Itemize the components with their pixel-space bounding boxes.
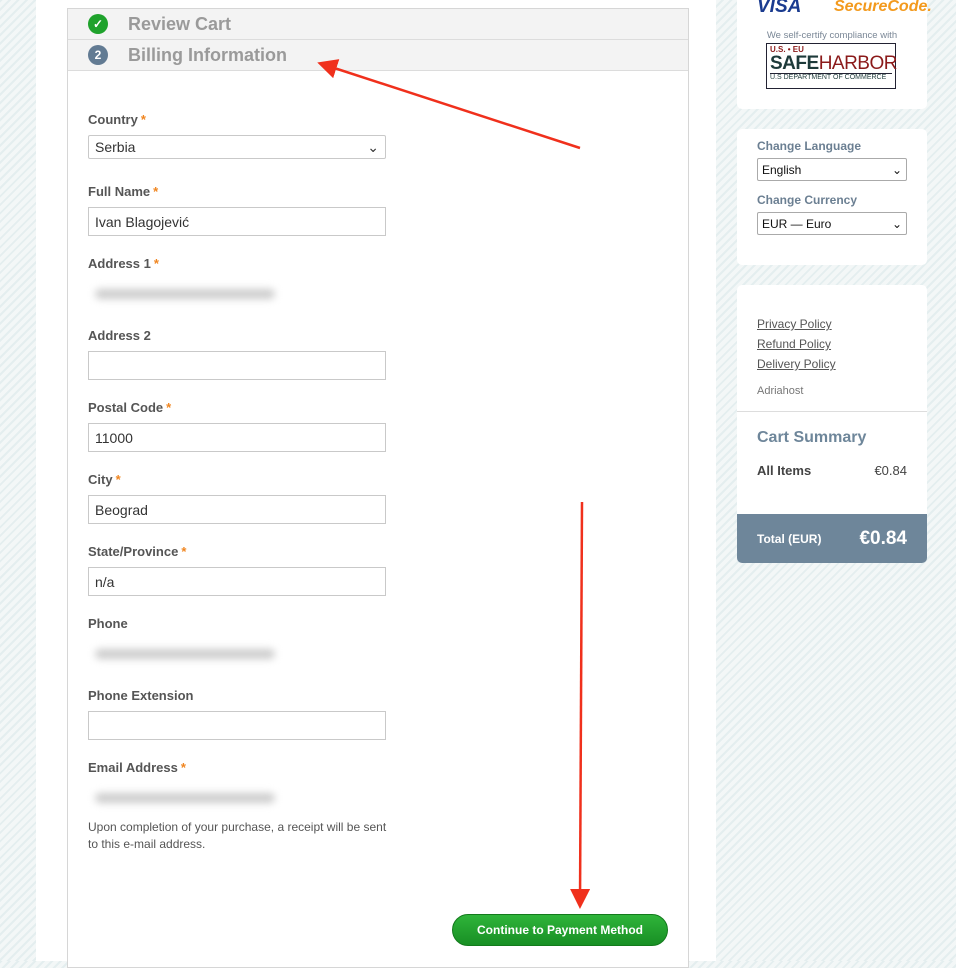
field-label: Full Name * <box>88 184 159 199</box>
field-country: Country * Serbia ⌄ <box>88 112 388 159</box>
text-input[interactable]: n/a <box>88 567 386 596</box>
required-marker: * <box>153 256 159 271</box>
step-label: Billing Information <box>128 44 287 65</box>
text-input[interactable]: Ivan Blagojević <box>88 207 386 236</box>
step-billing-information: 2 Billing Information <box>68 40 688 71</box>
safeharbor-logo: U.S. • EU SAFEHARBOR U.S DEPARTMENT OF C… <box>766 43 897 89</box>
required-marker: * <box>181 544 187 559</box>
currency-label: Change Currency <box>757 193 858 207</box>
cart-summary-title: Cart Summary <box>757 429 867 446</box>
field-label: Address 2 <box>88 328 151 343</box>
currency-select[interactable]: EUR — Euro ⌄ <box>757 212 907 235</box>
check-icon: ✓ <box>88 14 108 34</box>
chevron-down-icon: ⌄ <box>891 162 902 177</box>
total-value: €0.84 <box>859 527 907 549</box>
field-label: City * <box>88 472 121 487</box>
text-input[interactable] <box>88 639 386 668</box>
field-email-address: Email Address * <box>88 760 388 812</box>
field-postal-code: Postal Code * 11000 <box>88 400 388 452</box>
field-label: Phone <box>88 616 128 631</box>
field-address-2: Address 2 <box>88 328 388 380</box>
settings-box: Change Language English ⌄ Change Currency… <box>737 129 927 265</box>
text-input[interactable]: 11000 <box>88 423 386 452</box>
refund-policy-link[interactable]: Refund Policy <box>757 337 927 357</box>
all-items-label: All Items <box>757 463 812 478</box>
text-input[interactable] <box>88 351 386 380</box>
field-label: Phone Extension <box>88 688 194 703</box>
field-label: Email Address * <box>88 760 186 775</box>
required-marker: * <box>140 112 146 127</box>
field-address-1: Address 1 * <box>88 256 388 308</box>
field-label: State/Province * <box>88 544 187 559</box>
field-phone: Phone <box>88 616 388 668</box>
field-phone-extension: Phone Extension <box>88 688 388 740</box>
field-label: Postal Code * <box>88 400 172 415</box>
step-number-icon: 2 <box>88 45 108 65</box>
compliance-text: We self-certify compliance with <box>766 30 898 41</box>
step-review-cart[interactable]: ✓ Review Cart <box>68 9 688 40</box>
text-input[interactable] <box>88 783 386 812</box>
required-marker: * <box>180 760 186 775</box>
required-marker: * <box>115 472 121 487</box>
text-input[interactable]: Beograd <box>88 495 386 524</box>
chevron-down-icon: ⌄ <box>367 138 379 155</box>
securecode-logo: SecureCode. <box>834 0 932 15</box>
email-note: Upon completion of your purchase, a rece… <box>88 820 387 851</box>
required-marker: * <box>153 184 159 199</box>
language-label: Change Language <box>757 139 862 153</box>
step-label: Review Cart <box>128 13 232 34</box>
continue-to-payment-button[interactable]: Continue to Payment Method <box>452 914 668 946</box>
info-box: Privacy Policy Refund Policy Delivery Po… <box>737 285 927 563</box>
field-state-province: State/Province * n/a <box>88 544 388 596</box>
language-select[interactable]: English ⌄ <box>757 158 907 181</box>
visa-logo: VISA <box>757 0 802 17</box>
field-label: Address 1 * <box>88 256 159 271</box>
delivery-policy-link[interactable]: Delivery Policy <box>757 357 927 377</box>
text-input[interactable] <box>88 279 386 308</box>
country-select[interactable]: Serbia ⌄ <box>88 135 386 159</box>
required-marker: * <box>166 400 172 415</box>
privacy-policy-link[interactable]: Privacy Policy <box>757 317 927 337</box>
field-label: Country * <box>88 112 146 127</box>
chevron-down-icon: ⌄ <box>891 216 902 231</box>
field-full-name: Full Name * Ivan Blagojević <box>88 184 388 236</box>
total-label: Total (EUR) <box>757 531 822 546</box>
text-input[interactable] <box>88 711 386 740</box>
security-badges: VISA SecureCode. We self-certify complia… <box>737 0 932 109</box>
all-items-value: €0.84 <box>874 463 907 478</box>
field-city: City * Beograd <box>88 472 388 524</box>
company-name: Adriahost <box>757 385 804 397</box>
